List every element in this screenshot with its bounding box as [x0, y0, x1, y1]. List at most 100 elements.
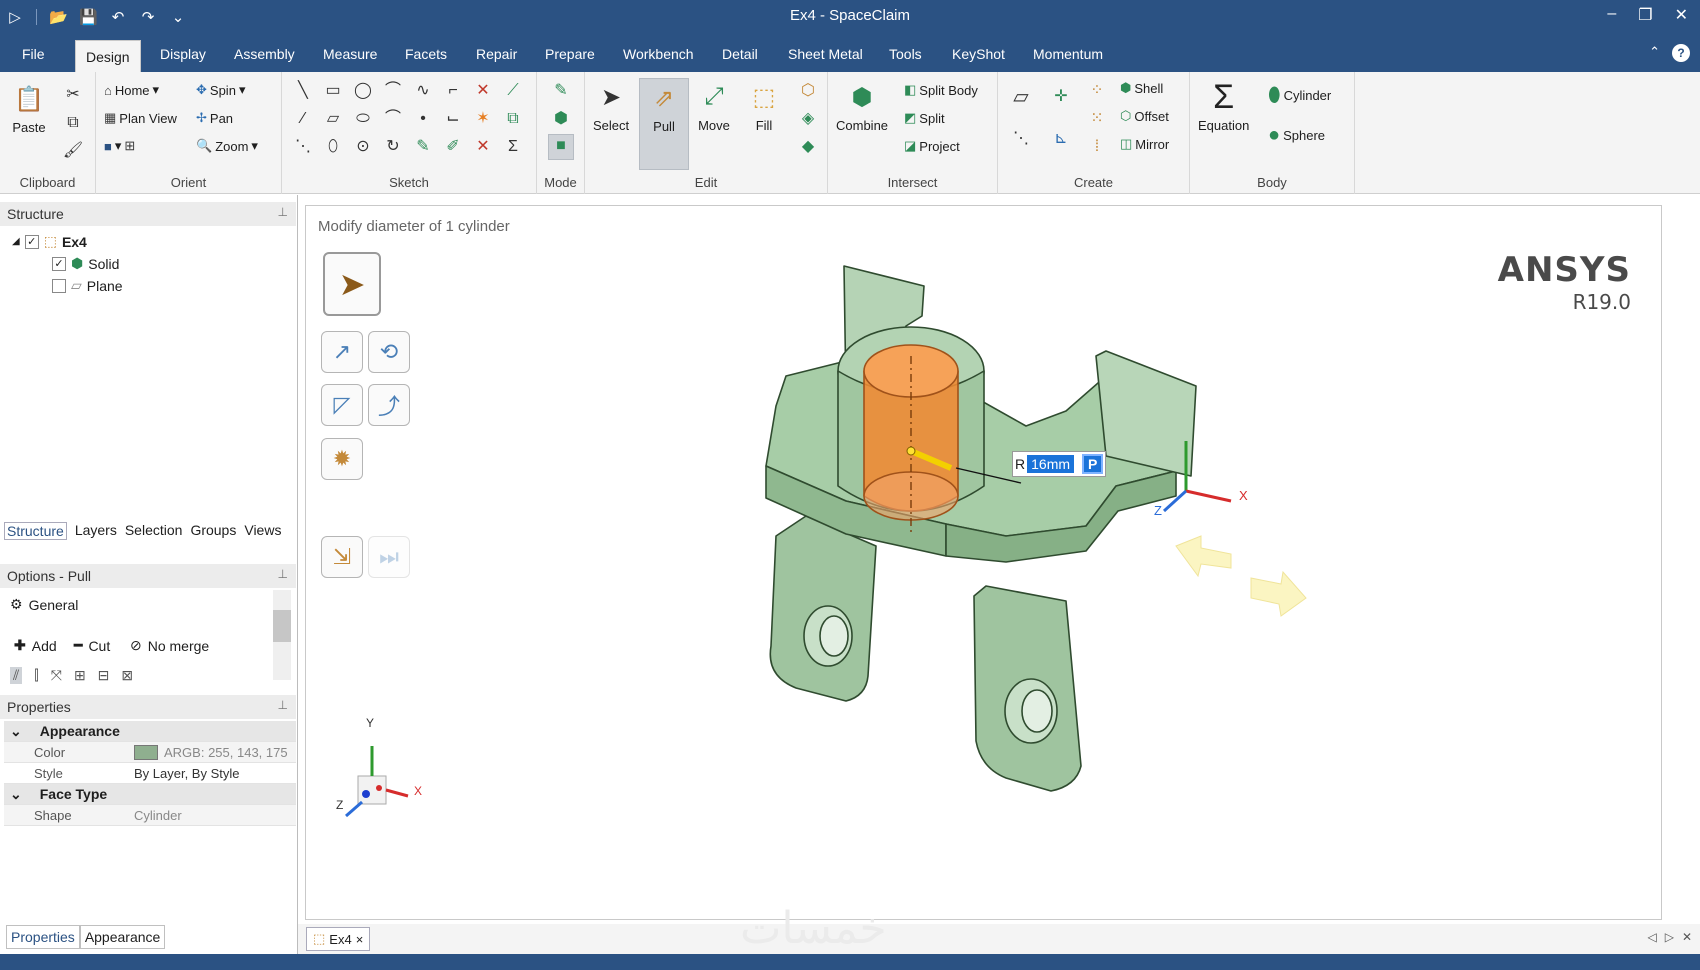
expand-icon[interactable]: ◢ — [12, 236, 20, 247]
paste-button[interactable]: 📋 Paste — [12, 82, 46, 136]
pin-icon[interactable]: ⊥ — [278, 567, 288, 581]
document-tab-ex4[interactable]: ⬚ Ex4 × — [306, 927, 371, 951]
split-curve-icon[interactable]: ✶ — [472, 108, 494, 130]
tab-design[interactable]: Design — [75, 40, 141, 72]
select-button[interactable]: ➤ Select — [593, 80, 629, 134]
arc-icon[interactable]: ⌒ — [382, 80, 404, 102]
tab-facets[interactable]: Facets — [405, 44, 447, 72]
pull-up-to-icon[interactable]: ⫿ — [34, 667, 38, 684]
split-body-button[interactable]: ◧ Split Body — [904, 82, 978, 98]
tab-properties[interactable]: Properties — [6, 925, 80, 949]
copy-icon[interactable]: ⧉ — [62, 112, 84, 134]
tab-workbench[interactable]: Workbench — [623, 44, 694, 72]
tab-views[interactable]: Views — [244, 522, 281, 540]
radius-input[interactable]: 16mm — [1027, 455, 1075, 473]
tab-appearance[interactable]: Appearance — [79, 925, 166, 949]
bend-icon[interactable]: ✕ — [472, 136, 494, 158]
slot-icon[interactable]: ⬯ — [322, 136, 344, 158]
color-row[interactable]: Color ARGB: 255, 143, 175 — [4, 742, 296, 763]
home-button[interactable]: ⌂ Home ▾ — [104, 82, 159, 98]
shell-button[interactable]: ⬢ Shell — [1120, 80, 1163, 96]
mirror-button[interactable]: ◫ Mirror — [1120, 136, 1169, 152]
line-icon[interactable]: ╲ — [292, 80, 314, 102]
cylinder-button[interactable]: ⬮ Cylinder — [1268, 84, 1331, 107]
pull-measure-icon[interactable]: ⊟ — [98, 667, 110, 684]
visibility-checkbox[interactable]: ✓ — [24, 234, 39, 249]
tab-momentum[interactable]: Momentum — [1033, 44, 1103, 72]
blend-icon[interactable]: ⬡ — [797, 80, 819, 102]
construction-line-icon[interactable]: ⋱ — [292, 136, 314, 158]
tab-repair[interactable]: Repair — [476, 44, 517, 72]
3d-mode-icon[interactable]: ■ — [548, 134, 574, 160]
tree-item-plane[interactable]: ▱ Plane — [52, 277, 123, 294]
scrollbar-thumb[interactable] — [273, 610, 291, 642]
circular-pattern-icon[interactable]: ⁙ — [1086, 108, 1108, 130]
offset-curve-icon[interactable]: ⧉ — [502, 108, 524, 130]
zoom-button[interactable]: 🔍 Zoom ▾ — [196, 138, 258, 154]
rectangle-icon[interactable]: ▭ — [322, 80, 344, 102]
tab-detail[interactable]: Detail — [722, 44, 758, 72]
tab-selection[interactable]: Selection — [125, 522, 183, 540]
circle-icon[interactable]: ◯ — [352, 80, 374, 102]
property-value[interactable]: By Layer, By Style — [134, 766, 240, 781]
coordinate-system-icon[interactable]: ⊾ — [1050, 128, 1072, 150]
plan-view-button[interactable]: ▦ Plan View — [104, 110, 177, 126]
chevron-down-icon[interactable]: ⌄ — [4, 786, 40, 803]
equation-button[interactable]: Σ Equation — [1198, 78, 1249, 134]
next-tab-icon[interactable]: ▷ — [1665, 930, 1674, 944]
pull-rotate-icon[interactable]: ⊠ — [121, 667, 133, 684]
combine-button[interactable]: ⬢ Combine — [836, 80, 888, 134]
tab-groups[interactable]: Groups — [190, 522, 236, 540]
add-option[interactable]: ✚ Add — [14, 637, 57, 654]
chevron-down-icon[interactable]: ⌄ — [4, 723, 40, 740]
options-scrollbar[interactable] — [273, 590, 291, 680]
collapse-ribbon-icon[interactable]: ⌃ — [1649, 44, 1660, 62]
face-type-category[interactable]: ⌄ Face Type — [4, 784, 296, 805]
equation-curve-icon[interactable]: Σ — [502, 136, 524, 158]
spin-button[interactable]: ✥ Spin ▾ — [196, 82, 245, 98]
tree-root[interactable]: ◢ ✓ ⬚ Ex4 — [12, 233, 87, 250]
pin-icon[interactable]: ⊥ — [278, 205, 288, 219]
three-point-circle-icon[interactable]: ⊙ — [352, 136, 374, 158]
minimize-icon[interactable]: – — [1607, 5, 1616, 25]
project-button[interactable]: ◪ Project — [904, 138, 960, 154]
origin-icon[interactable]: ✛ — [1050, 86, 1072, 108]
project-curve-icon[interactable]: ✐ — [442, 136, 464, 158]
axis-icon[interactable]: ⋱ — [1010, 128, 1032, 150]
view-cube-button[interactable]: ■ ▾ ⊞ — [104, 138, 135, 154]
plane-icon[interactable]: ▱ — [1010, 86, 1032, 108]
visibility-checkbox[interactable]: ✓ — [52, 256, 66, 271]
tweak-face-icon[interactable]: ◆ — [797, 136, 819, 158]
face-curve-icon[interactable]: ✎ — [412, 136, 434, 158]
move-button[interactable]: ⤢ Move — [697, 80, 731, 133]
close-tab-icon[interactable]: × — [356, 932, 364, 947]
tangent-line-icon[interactable]: ∕ — [292, 108, 314, 130]
pull-button[interactable]: ⇗ Pull — [639, 78, 689, 170]
sketch-mode-icon[interactable]: ✎ — [550, 80, 572, 102]
pin-icon[interactable]: ⊥ — [278, 698, 288, 712]
ellipse-icon[interactable]: ⬭ — [352, 108, 374, 130]
tab-tools[interactable]: Tools — [889, 44, 922, 72]
sweep-arc-icon[interactable]: ⌒ — [382, 108, 404, 130]
help-icon[interactable]: ? — [1672, 44, 1690, 62]
tab-file[interactable]: File — [22, 44, 45, 72]
format-painter-icon[interactable]: 🖌 — [62, 140, 84, 162]
style-row[interactable]: Style By Layer, By Style — [4, 763, 296, 784]
restore-icon[interactable]: ❐ — [1638, 5, 1652, 25]
fill-pattern-icon[interactable]: ⁞ — [1086, 136, 1108, 158]
sphere-button[interactable]: ● Sphere — [1268, 124, 1325, 147]
trim-icon[interactable]: ✕ — [472, 80, 494, 102]
cut-icon[interactable]: ✂ — [62, 84, 84, 106]
split-button[interactable]: ◩ Split — [904, 110, 945, 126]
pull-pivot-icon[interactable]: ⤧ — [51, 667, 62, 684]
tree-item-solid[interactable]: ✓ ⬢ Solid — [52, 255, 119, 272]
spline-icon[interactable]: ∿ — [412, 80, 434, 102]
tab-structure[interactable]: Structure — [4, 522, 67, 540]
fillet-icon[interactable]: ⌙ — [442, 108, 464, 130]
linear-pattern-icon[interactable]: ⁘ — [1086, 80, 1108, 102]
visibility-checkbox[interactable] — [52, 278, 66, 293]
previous-tab-icon[interactable]: ◁ — [1647, 930, 1656, 944]
pull-ruled-icon[interactable]: ⊞ — [74, 667, 86, 684]
tab-assembly[interactable]: Assembly — [234, 44, 295, 72]
general-section[interactable]: ⚙ General — [10, 596, 78, 613]
